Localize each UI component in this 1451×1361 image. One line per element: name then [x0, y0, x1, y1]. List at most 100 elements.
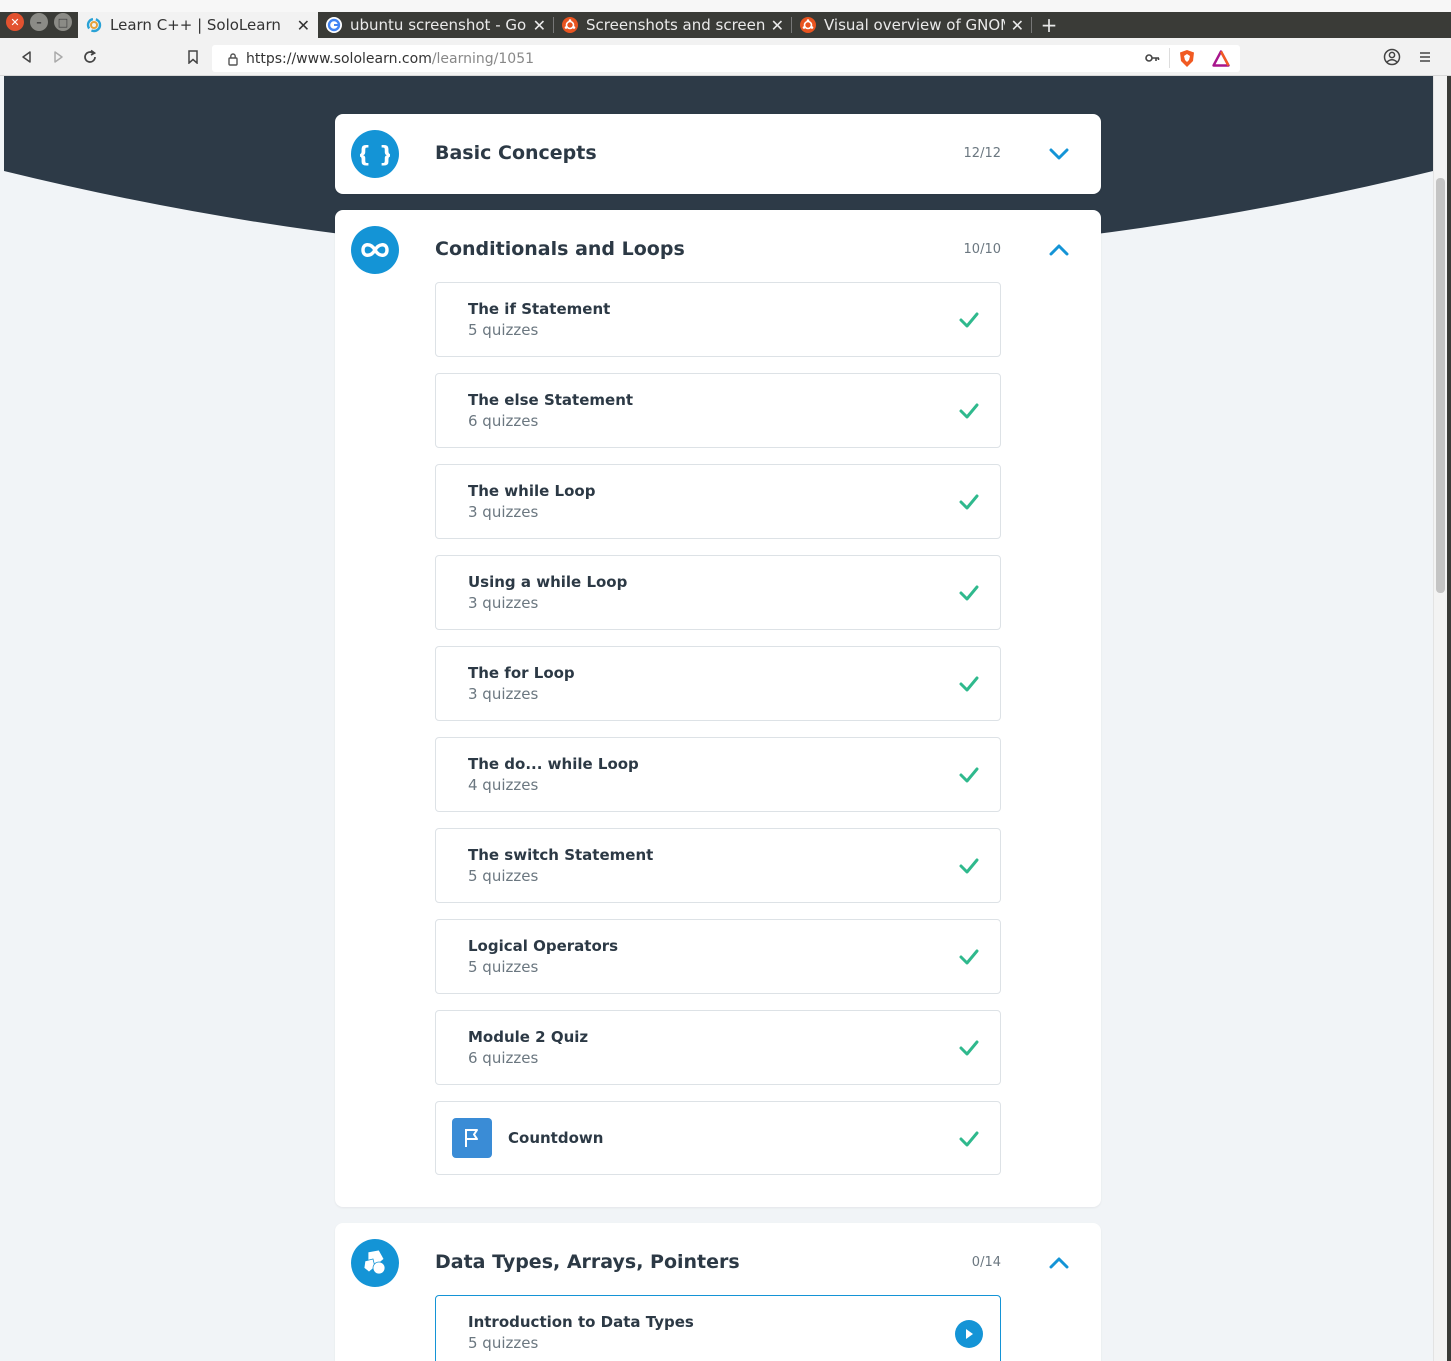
lesson-quiz-count: 3 quizzes [468, 594, 539, 612]
scrollbar-thumb[interactable] [1436, 178, 1445, 593]
tab-title: Visual overview of GNOME [824, 16, 1005, 34]
window-close-button[interactable]: ✕ [6, 13, 24, 31]
reload-icon [84, 49, 97, 63]
window-maximize-button[interactable]: □ [54, 13, 72, 31]
check-icon [959, 858, 979, 874]
chevron-down-icon[interactable] [1047, 142, 1071, 166]
lesson-item[interactable]: The for Loop 3 quizzes [435, 646, 1001, 721]
url-text: https://www.sololearn.com/learning/1051 [246, 51, 534, 67]
lesson-quiz-count: 5 quizzes [468, 867, 539, 885]
lesson-title: Module 2 Quiz [468, 1028, 589, 1046]
check-icon [959, 585, 979, 601]
tab-close-icon[interactable]: ✕ [533, 16, 546, 35]
bookmark-button[interactable] [182, 46, 204, 68]
module-title[interactable]: Data Types, Arrays, Pointers [435, 1251, 740, 1273]
lesson-title: The for Loop [468, 664, 575, 682]
omnibox-divider [1169, 48, 1170, 68]
brave-rewards-icon[interactable] [1212, 50, 1230, 71]
check-icon [959, 312, 979, 328]
lesson-item[interactable]: The switch Statement 5 quizzes [435, 828, 1001, 903]
lesson-title: The while Loop [468, 482, 596, 500]
play-icon [966, 1329, 973, 1339]
url-path: /learning/1051 [431, 50, 535, 67]
check-icon [959, 403, 979, 419]
ubuntu-icon [800, 17, 816, 33]
module-progress: 10/10 [963, 242, 1001, 257]
check-icon [959, 494, 979, 510]
window-controls: ✕ – □ [6, 12, 72, 32]
google-icon [326, 17, 342, 33]
play-button[interactable] [955, 1320, 983, 1348]
module-progress: 0/14 [971, 1255, 1001, 1270]
project-title: Countdown [508, 1129, 604, 1147]
lesson-item[interactable]: The while Loop 3 quizzes [435, 464, 1001, 539]
shapes-icon [351, 1239, 399, 1287]
lesson-title: Introduction to Data Types [468, 1313, 694, 1331]
lesson-item[interactable]: The else Statement 6 quizzes [435, 373, 1001, 448]
new-tab-button[interactable]: + [1038, 12, 1060, 38]
url-host: https://www.sololearn.com [246, 50, 432, 67]
forward-icon [54, 51, 63, 63]
chevron-up-icon[interactable] [1047, 238, 1071, 262]
menu-button[interactable] [1414, 46, 1436, 68]
check-icon [959, 1040, 979, 1056]
tab-strip: ✕ – □ Learn C++ | SoloLearn ✕ ubuntu scr… [0, 0, 1451, 38]
bookmark-icon [188, 50, 198, 64]
braces-icon: { } [351, 130, 399, 178]
tab-close-icon[interactable]: ✕ [1011, 16, 1024, 35]
lesson-item[interactable]: Using a while Loop 3 quizzes [435, 555, 1001, 630]
lesson-quiz-count: 6 quizzes [468, 412, 539, 430]
check-icon [959, 949, 979, 965]
module-progress: 12/12 [963, 146, 1001, 161]
lesson-title: Logical Operators [468, 937, 619, 955]
address-bar[interactable]: https://www.sololearn.com/learning/1051 [212, 45, 1240, 72]
lock-icon [222, 52, 244, 66]
lesson-item[interactable]: The if Statement 5 quizzes [435, 282, 1001, 357]
check-icon [959, 1131, 979, 1147]
menu-icon [1420, 52, 1430, 62]
infinity-icon [351, 226, 399, 274]
brave-shield-icon[interactable] [1178, 49, 1196, 72]
tab-close-icon[interactable]: ✕ [297, 16, 310, 35]
lesson-quiz-count: 3 quizzes [468, 685, 539, 703]
forward-button[interactable] [47, 46, 69, 68]
course-page: { } Basic Concepts 12/12 Conditionals an… [4, 76, 1433, 1361]
lesson-item[interactable]: The do... while Loop 4 quizzes [435, 737, 1001, 812]
module-title[interactable]: Conditionals and Loops [435, 238, 685, 260]
lesson-title: The if Statement [468, 300, 611, 318]
lesson-title: The do... while Loop [468, 755, 639, 773]
back-button[interactable] [16, 46, 38, 68]
chevron-up-icon[interactable] [1047, 1251, 1071, 1275]
lesson-item[interactable]: Logical Operators 5 quizzes [435, 919, 1001, 994]
profile-button[interactable] [1381, 46, 1403, 68]
tab-title: Learn C++ | SoloLearn [110, 16, 281, 34]
lesson-item[interactable]: Module 2 Quiz 6 quizzes [435, 1010, 1001, 1085]
tab-close-icon[interactable]: ✕ [771, 16, 784, 35]
tab-title: ubuntu screenshot - Googl [350, 16, 527, 34]
sololearn-icon [86, 17, 102, 33]
lesson-item[interactable]: Introduction to Data Types 5 quizzes [435, 1295, 1001, 1361]
tab-gnome[interactable]: Visual overview of GNOME ✕ [792, 12, 1032, 38]
tab-title: Screenshots and screencas [586, 16, 765, 34]
tab-google[interactable]: ubuntu screenshot - Googl ✕ [318, 12, 554, 38]
flag-icon [452, 1118, 492, 1158]
module-card-basic-concepts[interactable]: { } Basic Concepts 12/12 [335, 114, 1101, 194]
lesson-title: Using a while Loop [468, 573, 628, 591]
lesson-quiz-count: 5 quizzes [468, 958, 539, 976]
window-minimize-button[interactable]: – [30, 13, 48, 31]
check-icon [959, 767, 979, 783]
lesson-quiz-count: 6 quizzes [468, 1049, 539, 1067]
key-icon[interactable] [1144, 50, 1160, 70]
tab-screenshots[interactable]: Screenshots and screencas ✕ [554, 12, 792, 38]
lesson-quiz-count: 4 quizzes [468, 776, 539, 794]
check-icon [959, 676, 979, 692]
project-item-countdown[interactable]: Countdown [435, 1101, 1001, 1175]
page-scrollbar[interactable] [1433, 76, 1447, 1361]
lesson-quiz-count: 3 quizzes [468, 503, 539, 521]
profile-icon [1383, 48, 1401, 66]
tab-sololearn[interactable]: Learn C++ | SoloLearn ✕ [78, 12, 318, 38]
window-border [1447, 76, 1451, 1361]
lesson-quiz-count: 5 quizzes [468, 321, 539, 339]
reload-button[interactable] [79, 46, 101, 68]
back-icon [22, 51, 31, 63]
